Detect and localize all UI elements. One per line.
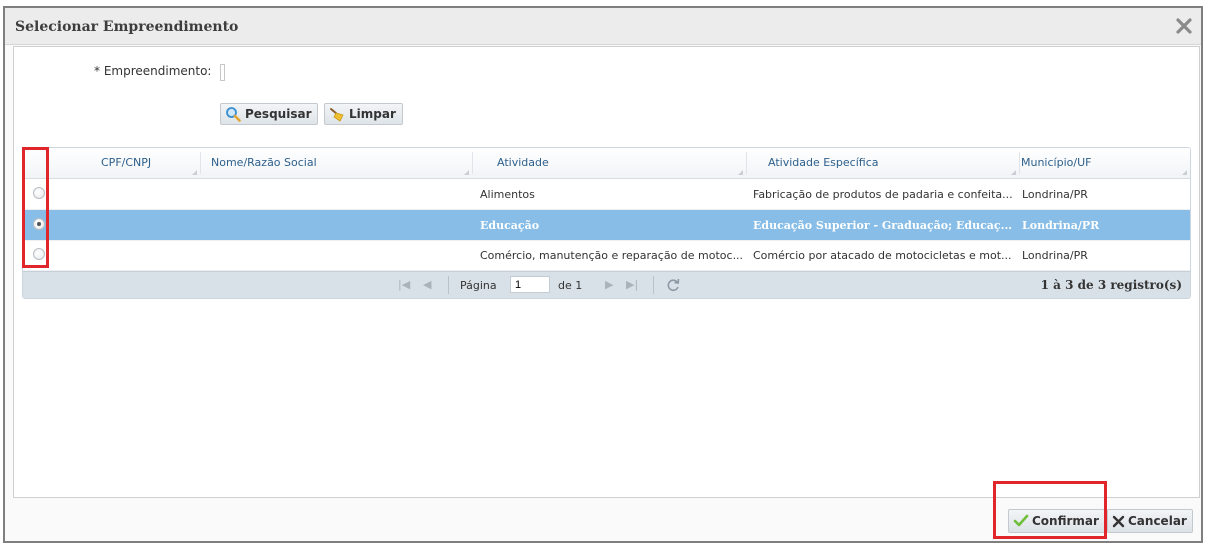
confirm-button-label: Confirmar <box>1032 514 1099 528</box>
results-grid: CPF/CNPJ Nome/Razão Social Atividade Ati… <box>22 147 1191 299</box>
cancel-button[interactable]: Cancelar <box>1107 509 1193 533</box>
cell-atividade: Alimentos <box>480 188 535 201</box>
column-header-nome[interactable]: Nome/Razão Social <box>201 148 472 178</box>
column-header-atividade[interactable]: Atividade <box>473 148 746 178</box>
enterprise-input[interactable] <box>220 64 225 81</box>
record-count: 1 à 3 de 3 registro(s) <box>1040 278 1182 292</box>
sort-icon <box>464 170 469 175</box>
sort-icon <box>192 170 197 175</box>
pager-separator <box>448 276 449 294</box>
cell-municipio: Londrina/PR <box>1022 249 1088 262</box>
next-page-icon[interactable]: ▶ <box>605 278 613 291</box>
dialog-body: * Empreendimento: Pesquisar Limpar CPF/C… <box>13 46 1200 498</box>
confirm-button[interactable]: Confirmar <box>1008 509 1105 533</box>
cell-municipio: Londrina/PR <box>1022 188 1088 201</box>
last-page-icon[interactable]: ▶| <box>626 278 638 291</box>
page-number-input[interactable] <box>510 276 550 293</box>
sort-icon <box>1011 170 1016 175</box>
cell-municipio: Londrina/PR <box>1022 219 1100 232</box>
cell-atividade-especifica: Educação Superior - Graduação; Educaç... <box>753 219 1013 232</box>
cell-atividade-especifica: Comércio por atacado de motocicletas e m… <box>753 249 1012 262</box>
table-row[interactable]: Comércio, manutenção e reparação de moto… <box>23 240 1190 271</box>
column-header-cpf[interactable]: CPF/CNPJ <box>23 148 200 178</box>
row-radio[interactable] <box>33 248 45 260</box>
search-button-label: Pesquisar <box>245 107 312 121</box>
column-header-municipio[interactable]: Município/UF <box>1020 148 1190 178</box>
broom-icon <box>330 108 344 122</box>
grid-pager: |◀ ◀ Página de 1 ▶ ▶| 1 à 3 de 3 registr… <box>23 271 1190 298</box>
cancel-button-label: Cancelar <box>1128 514 1187 528</box>
select-enterprise-dialog: Selecionar Empreendimento * Empreendimen… <box>3 6 1203 543</box>
cell-atividade-especifica: Fabricação de produtos de padaria e conf… <box>753 188 1013 201</box>
dialog-titlebar: Selecionar Empreendimento <box>5 8 1201 45</box>
row-radio[interactable] <box>33 187 45 199</box>
column-header-label: Nome/Razão Social <box>211 156 317 169</box>
dialog-title: Selecionar Empreendimento <box>15 19 239 35</box>
close-icon[interactable] <box>1175 17 1193 35</box>
grid-header: CPF/CNPJ Nome/Razão Social Atividade Ati… <box>23 148 1190 179</box>
check-icon <box>1013 514 1029 527</box>
column-header-label: Município/UF <box>1021 156 1092 169</box>
first-page-icon[interactable]: |◀ <box>398 278 410 291</box>
enterprise-label: * Empreendimento: <box>94 64 212 78</box>
table-row-selected[interactable]: Educação Educação Superior - Graduação; … <box>23 210 1190 241</box>
table-row[interactable]: Alimentos Fabricação de produtos de pada… <box>23 179 1190 210</box>
column-header-especifica[interactable]: Atividade Específica <box>747 148 1019 178</box>
row-radio[interactable] <box>33 218 45 230</box>
search-icon <box>226 107 241 122</box>
sort-icon <box>1182 170 1187 175</box>
clear-button-label: Limpar <box>349 107 396 121</box>
column-header-label: Atividade <box>497 156 549 169</box>
page-label: Página <box>460 279 497 292</box>
sort-icon <box>738 170 743 175</box>
search-button[interactable]: Pesquisar <box>220 103 319 125</box>
cell-atividade: Educação <box>480 219 540 232</box>
cell-atividade: Comércio, manutenção e reparação de moto… <box>480 249 744 262</box>
x-icon <box>1112 515 1125 527</box>
prev-page-icon[interactable]: ◀ <box>423 278 431 291</box>
pager-separator <box>653 276 654 294</box>
column-header-label: Atividade Específica <box>768 156 879 169</box>
column-header-label: CPF/CNPJ <box>101 156 152 169</box>
refresh-icon[interactable] <box>665 277 681 293</box>
clear-button[interactable]: Limpar <box>324 103 403 125</box>
page-total: de 1 <box>558 279 583 292</box>
